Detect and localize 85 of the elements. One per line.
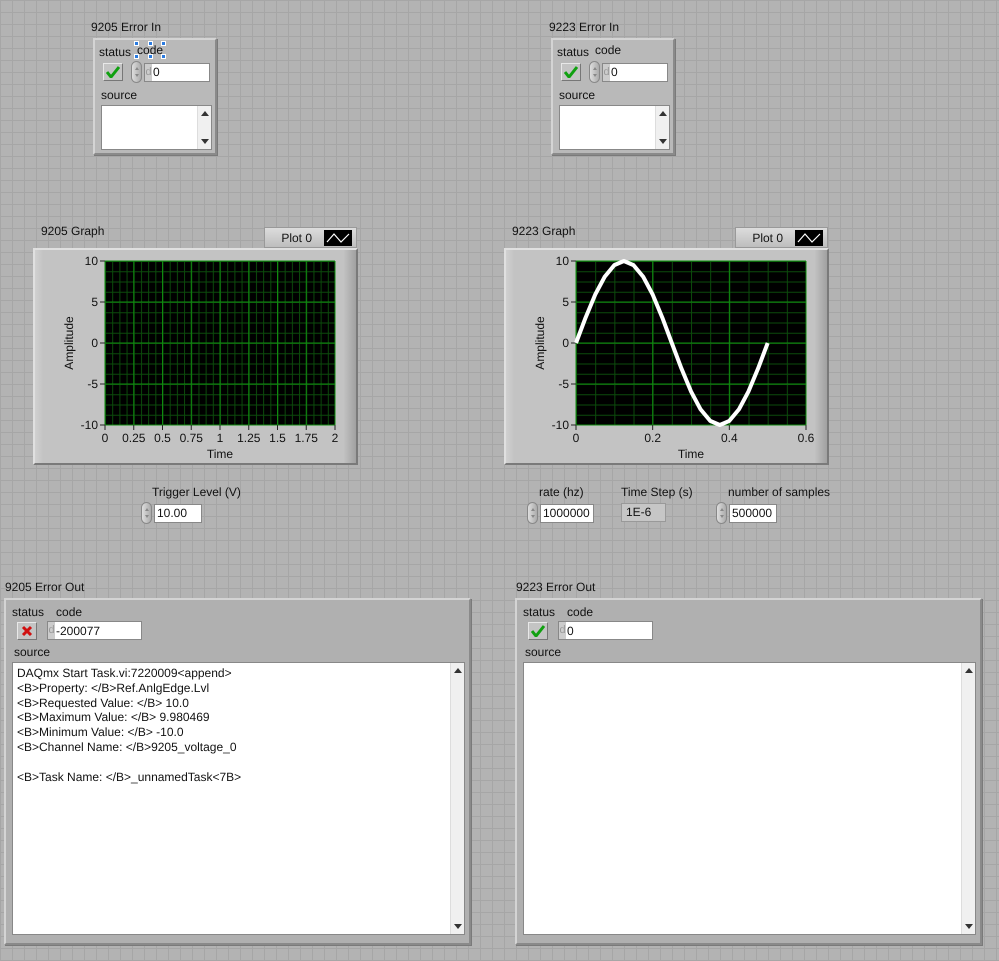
status-indicator[interactable]: [103, 63, 123, 81]
field-label: status: [12, 605, 44, 619]
axis-tick-label: 0.5: [154, 431, 171, 445]
cluster-label: 9223 Error Out: [515, 580, 596, 595]
axis-tick-label: 0: [562, 336, 569, 350]
scrollbar[interactable]: [197, 106, 211, 149]
spin-button[interactable]: [141, 502, 152, 524]
axis-tick-label: 0: [102, 431, 108, 445]
scroll-down-icon[interactable]: [658, 139, 666, 144]
axis-tick-label: 0: [91, 336, 98, 350]
line-style-icon: [324, 230, 352, 246]
field-label: code: [594, 42, 622, 59]
scroll-down-icon[interactable]: [964, 924, 972, 929]
axis-tick-label: 0: [572, 431, 580, 445]
scrollbar[interactable]: [450, 663, 464, 934]
axis-tick-label: 1: [216, 431, 224, 445]
source-field[interactable]: [559, 105, 670, 150]
cluster-label: 9205 Error Out: [4, 580, 84, 595]
numeric-field[interactable]: 10.00: [154, 504, 202, 522]
line-style-icon: [795, 230, 823, 246]
field-label: code: [56, 605, 82, 619]
scroll-up-icon[interactable]: [964, 668, 972, 673]
scroll-up-icon[interactable]: [454, 668, 462, 673]
plot-legend[interactable]: Plot 0: [735, 227, 828, 248]
axis-tick-label: 0.75: [180, 431, 203, 445]
field-label: source: [101, 88, 138, 102]
source-field[interactable]: [101, 105, 212, 150]
legend-label: Plot 0: [281, 230, 312, 244]
code-value: 0: [610, 65, 618, 79]
cluster-label: 9205 Error In: [90, 20, 162, 35]
scrollbar[interactable]: [655, 106, 669, 149]
scroll-up-icon[interactable]: [658, 111, 666, 116]
axis-tick-label: -10: [552, 418, 569, 432]
control-label: Trigger Level (V): [152, 485, 241, 499]
axis-title: Amplitude: [62, 316, 76, 370]
field-label: code: [567, 605, 594, 619]
scroll-down-icon[interactable]: [454, 924, 462, 929]
numeric-field[interactable]: 1000000: [540, 504, 594, 522]
code-value: -200077: [55, 624, 100, 638]
numeric-indicator: 1E-6: [621, 503, 666, 522]
spin-button[interactable]: [131, 61, 142, 83]
code-value: 0: [566, 624, 574, 638]
spin-button[interactable]: [589, 61, 600, 83]
axis-tick-label: 1.5: [269, 431, 286, 445]
axis-tick-label: 0.2: [644, 431, 661, 445]
axis-tick-label: -5: [558, 377, 569, 391]
axis-title: Time: [206, 447, 234, 461]
axis-tick-label: 0.25: [122, 431, 146, 445]
axis-tick-label: 1.75: [294, 431, 318, 445]
control-label: rate (hz): [539, 485, 584, 499]
code-value: 0: [152, 65, 160, 79]
error-message: DAQmx Start Task.vi:7220009<append> <B>Property: </B>Ref.AnlgEdge.Lvl <B>Requested Value: </B> 10.0 <B>Maximum Value: </B> 9.980469 <B>Minimum Value: </B> -10.0 <B>Channel Name: </B>9205_voltage_0 <B>Task Name: </B>_unnamedTask<7B>: [17, 666, 242, 784]
axis-tick-label: 10: [84, 254, 98, 268]
axis-title: Time: [678, 447, 704, 461]
graph-title: 9205 Graph: [40, 224, 104, 239]
axis-tick-label: 2: [332, 431, 338, 445]
field-label: code: [134, 41, 166, 59]
cluster-label: 9223 Error In: [548, 20, 620, 35]
axis-tick-label: 10: [556, 254, 569, 268]
axis-tick-label: 0.6: [798, 431, 814, 445]
axis-title: Amplitude: [533, 316, 547, 370]
scrollbar[interactable]: [961, 663, 975, 934]
legend-label: Plot 0: [752, 230, 783, 244]
field-label: source: [559, 88, 596, 102]
field-label: source: [525, 645, 562, 659]
field-label: status: [99, 45, 132, 59]
axis-tick-label: 0.4: [721, 431, 738, 445]
axis-tick-label: -5: [87, 377, 98, 391]
numeric-field[interactable]: 500000: [729, 504, 777, 522]
plot-legend[interactable]: Plot 0: [264, 227, 357, 248]
axis-tick-label: 1.25: [237, 431, 260, 445]
axis-tick-label: 5: [562, 295, 569, 309]
scroll-up-icon[interactable]: [200, 111, 208, 116]
axis-tick-label: -10: [80, 418, 98, 432]
control-label: Time Step (s): [621, 485, 693, 499]
graph-title: 9223 Graph: [511, 224, 576, 239]
spin-button[interactable]: [527, 502, 538, 524]
axis-tick-label: 5: [91, 295, 98, 309]
status-indicator[interactable]: [561, 63, 581, 81]
control-label: number of samples: [728, 485, 830, 499]
field-label: source: [14, 645, 52, 659]
scroll-down-icon[interactable]: [200, 139, 208, 144]
field-label: status: [523, 605, 556, 619]
field-label: status: [557, 45, 590, 59]
spin-button[interactable]: [716, 502, 727, 524]
